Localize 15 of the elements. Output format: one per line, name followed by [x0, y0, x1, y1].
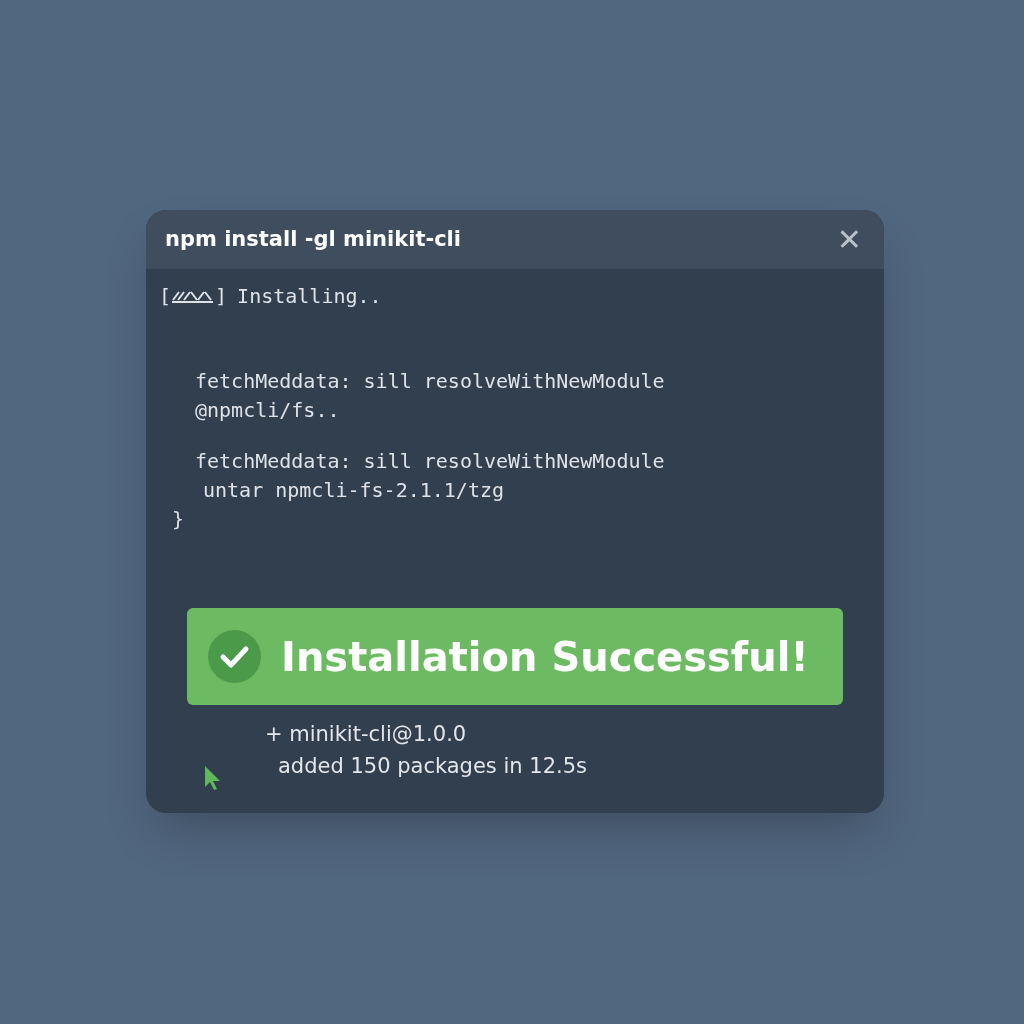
progress-text: Installing.. [237, 283, 382, 310]
bracket: ] [215, 283, 228, 310]
log-line: @npmcli/fs.. [195, 398, 340, 422]
log-line: fetchMeddata: sill resolveWithNewModule [195, 369, 665, 393]
log-line: untar npmcli-fs-2.1.1/tzg [203, 478, 505, 502]
check-icon [208, 630, 261, 683]
success-message: Installation Successful! [281, 632, 809, 682]
output-line: + minikit-cli@1.0.0 [265, 722, 467, 746]
bracket: [ [159, 283, 172, 310]
log-line: fetchMeddata: sill resolveWithNewModule [195, 449, 665, 473]
cursor-icon [204, 765, 222, 791]
window-title: npm install -gl minikit-cli [165, 225, 461, 253]
log-line: } [172, 507, 185, 531]
close-button[interactable]: ✕ [836, 224, 862, 255]
output-line: added 150 packages in 12.5s [278, 754, 587, 778]
